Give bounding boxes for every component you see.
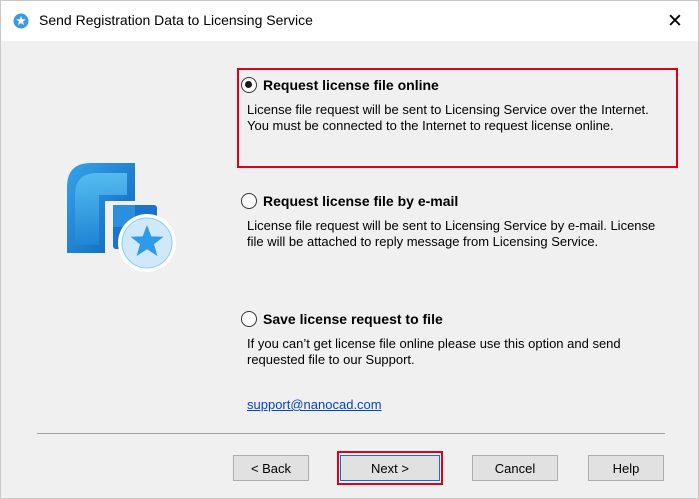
next-button[interactable]: Next > [340,455,440,481]
support-email-link[interactable]: support@nanocad.com [247,397,382,412]
nanocad-license-logo-icon [67,163,176,272]
radio-online[interactable] [241,77,257,93]
help-button[interactable]: Help [588,455,664,481]
dialog-window: Send Registration Data to Licensing Serv… [0,0,699,499]
back-button[interactable]: < Back [233,455,309,481]
radio-save-file[interactable] [241,311,257,327]
close-button[interactable]: ✕ [652,1,698,41]
option-save-file-header[interactable]: Save license request to file [241,311,443,327]
cancel-button[interactable]: Cancel [472,455,558,481]
star-badge-icon [13,13,29,29]
radio-email[interactable] [241,193,257,209]
option-save-file-description: If you can’t get license file online ple… [247,336,621,367]
option-online-description: License file request will be sent to Lic… [247,102,649,133]
button-separator [37,433,665,434]
option-email-label[interactable]: Request license file by e-mail [263,193,458,209]
close-icon: ✕ [667,10,683,32]
title-bar: Send Registration Data to Licensing Serv… [1,1,698,41]
option-email-description: License file request will be sent to Lic… [247,218,656,249]
option-online-label[interactable]: Request license file online [263,77,439,93]
option-email-header[interactable]: Request license file by e-mail [241,193,458,209]
option-online-header[interactable]: Request license file online [241,77,439,93]
option-save-file-label[interactable]: Save license request to file [263,311,443,327]
window-title: Send Registration Data to Licensing Serv… [39,12,313,28]
